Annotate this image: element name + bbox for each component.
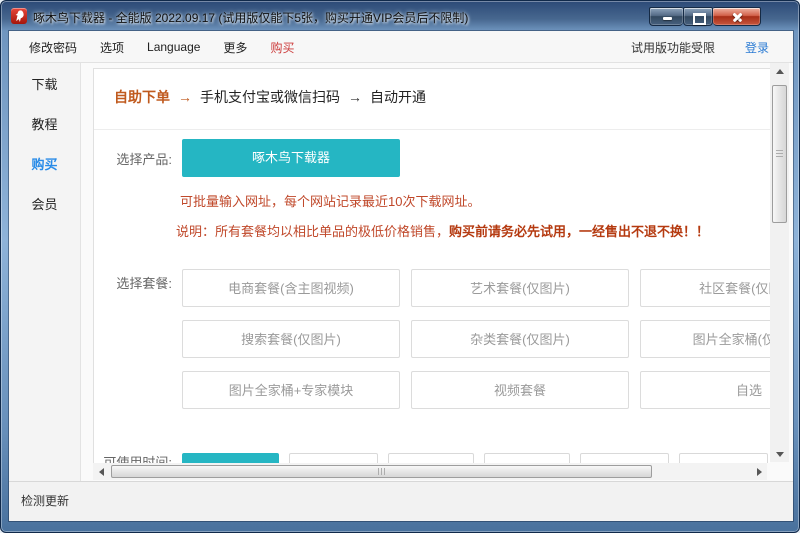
duration-option[interactable] [289, 453, 378, 463]
arrow-right-icon: → [178, 89, 192, 105]
purchase-warning-note: 说明：所有套餐均以相比单品的极低价格销售，购买前请务必先试用，一经售出不退不换！… [176, 221, 709, 240]
sidebar-item-tutorial[interactable]: 教程 [9, 105, 80, 145]
minimize-icon [663, 17, 672, 20]
menu-item-buy[interactable]: 购买 [270, 39, 294, 56]
sidebar: 下载 教程 购买 会员 [9, 63, 81, 481]
package-select-label: 选择套餐: [94, 273, 172, 292]
duration-option-selected[interactable] [182, 453, 279, 463]
trial-limit-notice: 试用版功能受限 [631, 39, 715, 56]
scroll-right-button[interactable] [750, 463, 767, 480]
menu-bar-right: 试用版功能受限 登录 [631, 31, 769, 63]
package-button-search[interactable]: 搜索套餐(仅图片) [182, 320, 400, 358]
product-button-woodpecker-downloader[interactable]: 啄木鸟下载器 [182, 139, 400, 177]
header-separator [94, 129, 770, 130]
package-button-community[interactable]: 社区套餐(仅图片) [640, 269, 770, 307]
menu-items: 修改密码 选项 Language 更多 购买 [29, 31, 294, 63]
duration-option[interactable] [388, 453, 474, 463]
login-link[interactable]: 登录 [745, 39, 769, 56]
duration-option[interactable] [679, 453, 768, 463]
package-button-custom[interactable]: 自选 [640, 371, 770, 409]
scrollbar-grip [776, 150, 783, 158]
close-icon [732, 12, 743, 23]
step-self-order: 自助下单 [114, 89, 170, 105]
vertical-scrollbar-thumb[interactable] [772, 85, 787, 223]
title-bar: 啄木鸟下载器 - 全能版 2022.09.17 (试用版仅能下5张，购买开通VI… [1, 1, 799, 31]
menu-item-options[interactable]: 选项 [100, 39, 124, 56]
main-area: 自助下单 → 手机支付宝或微信扫码 → 自动开通 选择产品: 啄木鸟下载器 可批量输入网… [81, 63, 793, 481]
purchase-panel: 自助下单 → 手机支付宝或微信扫码 → 自动开通 选择产品: 啄木鸟下载器 可批量输入网… [93, 68, 770, 463]
horizontal-scrollbar-thumb[interactable] [111, 465, 652, 478]
horizontal-scrollbar[interactable] [93, 463, 767, 480]
sidebar-item-buy[interactable]: 购买 [9, 145, 80, 185]
menu-item-language[interactable]: Language [147, 40, 200, 54]
package-button-video[interactable]: 视频套餐 [411, 371, 629, 409]
menu-item-more[interactable]: 更多 [223, 39, 247, 56]
batch-input-note: 可批量输入网址，每个网站记录最近10次下载网址。 [180, 191, 480, 210]
sidebar-item-member[interactable]: 会员 [9, 185, 80, 225]
warning-note-normal: 说明：所有套餐均以相比单品的极低价格销售， [176, 224, 449, 239]
minimize-button[interactable] [649, 7, 683, 26]
maximize-button[interactable] [683, 7, 713, 26]
duration-option[interactable] [580, 453, 669, 463]
product-select-label: 选择产品: [94, 149, 172, 168]
scroll-down-icon [776, 452, 784, 457]
scroll-right-icon [757, 468, 762, 476]
warning-note-bold: 购买前请务必先试用，一经售出不退不换！！ [449, 224, 709, 239]
vertical-scrollbar[interactable] [770, 63, 789, 462]
woodpecker-logo [12, 9, 26, 23]
package-button-image-bundle-expert[interactable]: 图片全家桶+专家模块 [182, 371, 400, 409]
step-auto-activate: 自动开通 [370, 89, 426, 105]
order-steps-header: 自助下单 → 手机支付宝或微信扫码 → 自动开通 [114, 87, 426, 107]
scroll-up-icon [776, 69, 784, 74]
menu-bar: 修改密码 选项 Language 更多 购买 试用版功能受限 登录 [9, 31, 793, 63]
client-area: 修改密码 选项 Language 更多 购买 试用版功能受限 登录 下载 教程 … [9, 31, 793, 521]
sidebar-item-download[interactable]: 下载 [9, 65, 80, 105]
arrow-right-icon: → [348, 89, 362, 105]
window-controls [649, 7, 761, 26]
package-button-image-bundle[interactable]: 图片全家桶(仅图片) [640, 320, 770, 358]
scroll-down-button[interactable] [770, 445, 789, 462]
check-update-button[interactable]: 检测更新 [21, 482, 69, 521]
duration-select-label: 可使用时间: [94, 452, 172, 463]
app-icon [11, 8, 27, 24]
scroll-left-icon [99, 468, 104, 476]
package-button-ecommerce[interactable]: 电商套餐(含主图视频) [182, 269, 400, 307]
menu-item-change-password[interactable]: 修改密码 [29, 39, 77, 56]
app-window: 啄木鸟下载器 - 全能版 2022.09.17 (试用版仅能下5张，购买开通VI… [0, 0, 800, 533]
window-title: 啄木鸟下载器 - 全能版 2022.09.17 (试用版仅能下5张，购买开通VI… [33, 9, 468, 26]
scroll-left-button[interactable] [93, 463, 110, 480]
scroll-up-button[interactable] [770, 63, 789, 80]
step-scan-pay: 手机支付宝或微信扫码 [200, 89, 340, 105]
package-button-misc[interactable]: 杂类套餐(仅图片) [411, 320, 629, 358]
package-button-art[interactable]: 艺术套餐(仅图片) [411, 269, 629, 307]
maximize-icon [693, 13, 706, 25]
scrollbar-grip [378, 468, 386, 475]
status-bar: 检测更新 [9, 481, 793, 521]
close-button[interactable] [713, 7, 761, 26]
duration-option[interactable] [484, 453, 570, 463]
